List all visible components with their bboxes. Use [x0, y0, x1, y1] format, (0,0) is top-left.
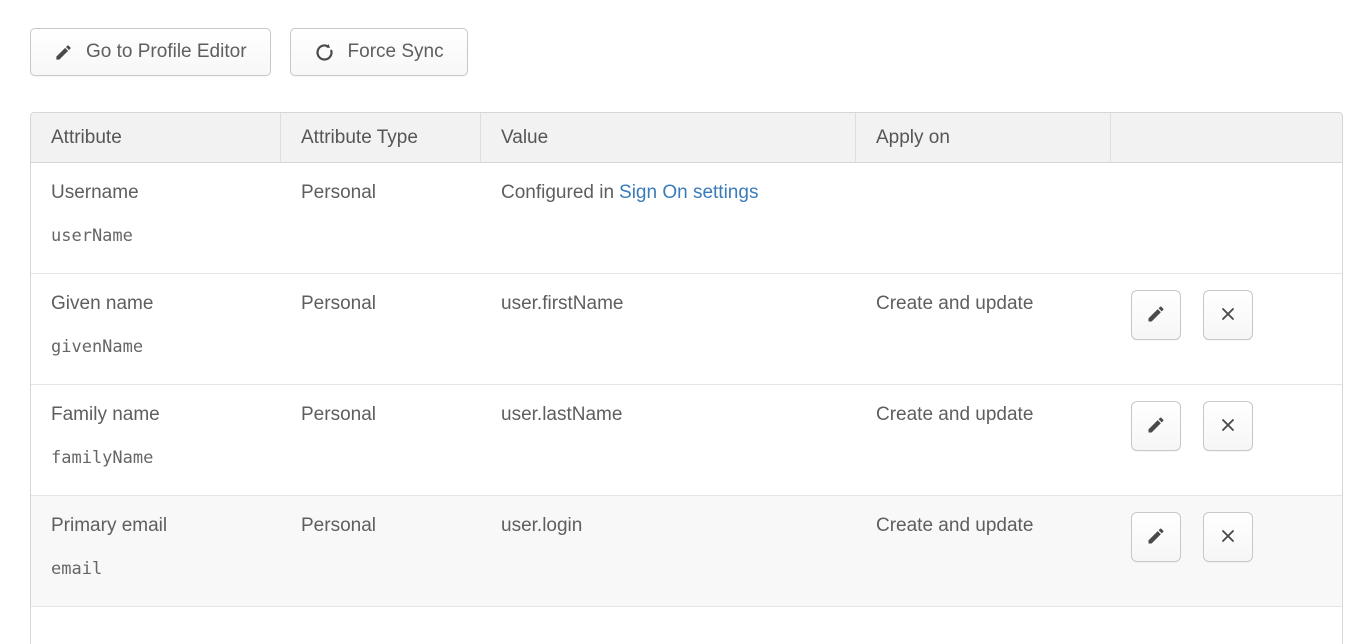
attribute-variable-name: email [51, 559, 271, 579]
edit-attribute-button[interactable] [1131, 290, 1181, 340]
attribute-type-cell: Personal [281, 274, 481, 385]
apply-on-cell [856, 163, 1111, 274]
toolbar: Go to Profile Editor Force Sync [30, 28, 1370, 76]
force-sync-label: Force Sync [348, 41, 444, 63]
go-to-profile-editor-button[interactable]: Go to Profile Editor [30, 28, 271, 76]
sync-icon [314, 42, 335, 63]
value-cell: user.firstName [481, 274, 856, 385]
edit-attribute-button[interactable] [1131, 512, 1181, 562]
apply-on-cell: Create and update [856, 274, 1111, 385]
actions-cell [1111, 274, 1343, 385]
pencil-icon [54, 43, 73, 62]
pencil-icon [1146, 526, 1166, 549]
header-attribute-type: Attribute Type [281, 113, 481, 163]
pencil-icon [1146, 304, 1166, 327]
attribute-type-cell: Personal [281, 496, 481, 607]
attribute-label: Given name [51, 293, 271, 315]
attribute-label: Username [51, 182, 271, 204]
attribute-variable-name: givenName [51, 337, 271, 357]
header-apply-on: Apply on [856, 113, 1111, 163]
edit-attribute-button[interactable] [1131, 401, 1181, 451]
value-cell: user.login [481, 496, 856, 607]
table-header-row: Attribute Attribute Type Value Apply on [31, 113, 1343, 163]
apply-on-cell: Create and update [856, 385, 1111, 496]
value-text: Configured in [501, 182, 614, 203]
attribute-variable-name: familyName [51, 448, 271, 468]
empty-row [31, 607, 1343, 644]
pencil-icon [1146, 415, 1166, 438]
header-attribute: Attribute [31, 113, 281, 163]
attribute-mappings-table: Attribute Attribute Type Value Apply on … [30, 112, 1343, 644]
table-row-username: Username userName Personal Configured in… [31, 163, 1343, 274]
actions-cell [1111, 163, 1343, 274]
table-row-primary-email: Primary email email Personal user.login … [31, 496, 1343, 607]
attribute-type-cell: Personal [281, 163, 481, 274]
apply-on-cell: Create and update [856, 496, 1111, 607]
go-to-profile-editor-label: Go to Profile Editor [86, 41, 247, 63]
attribute-label: Family name [51, 404, 271, 426]
x-icon [1218, 415, 1238, 438]
actions-cell [1111, 385, 1343, 496]
attribute-variable-name: userName [51, 226, 271, 246]
table-row-family-name: Family name familyName Personal user.las… [31, 385, 1343, 496]
header-value: Value [481, 113, 856, 163]
value-cell: Configured inSign On settings [481, 163, 856, 274]
remove-attribute-button[interactable] [1203, 512, 1253, 562]
x-icon [1218, 304, 1238, 327]
remove-attribute-button[interactable] [1203, 290, 1253, 340]
x-icon [1218, 526, 1238, 549]
attribute-type-cell: Personal [281, 385, 481, 496]
value-cell: user.lastName [481, 385, 856, 496]
attribute-mappings-page: Go to Profile Editor Force Sync Attribut… [0, 0, 1370, 644]
header-actions [1111, 113, 1343, 163]
remove-attribute-button[interactable] [1203, 401, 1253, 451]
force-sync-button[interactable]: Force Sync [290, 28, 468, 76]
attribute-label: Primary email [51, 515, 271, 537]
sign-on-settings-link[interactable]: Sign On settings [619, 182, 758, 203]
table-row-given-name: Given name givenName Personal user.first… [31, 274, 1343, 385]
actions-cell [1111, 496, 1343, 607]
